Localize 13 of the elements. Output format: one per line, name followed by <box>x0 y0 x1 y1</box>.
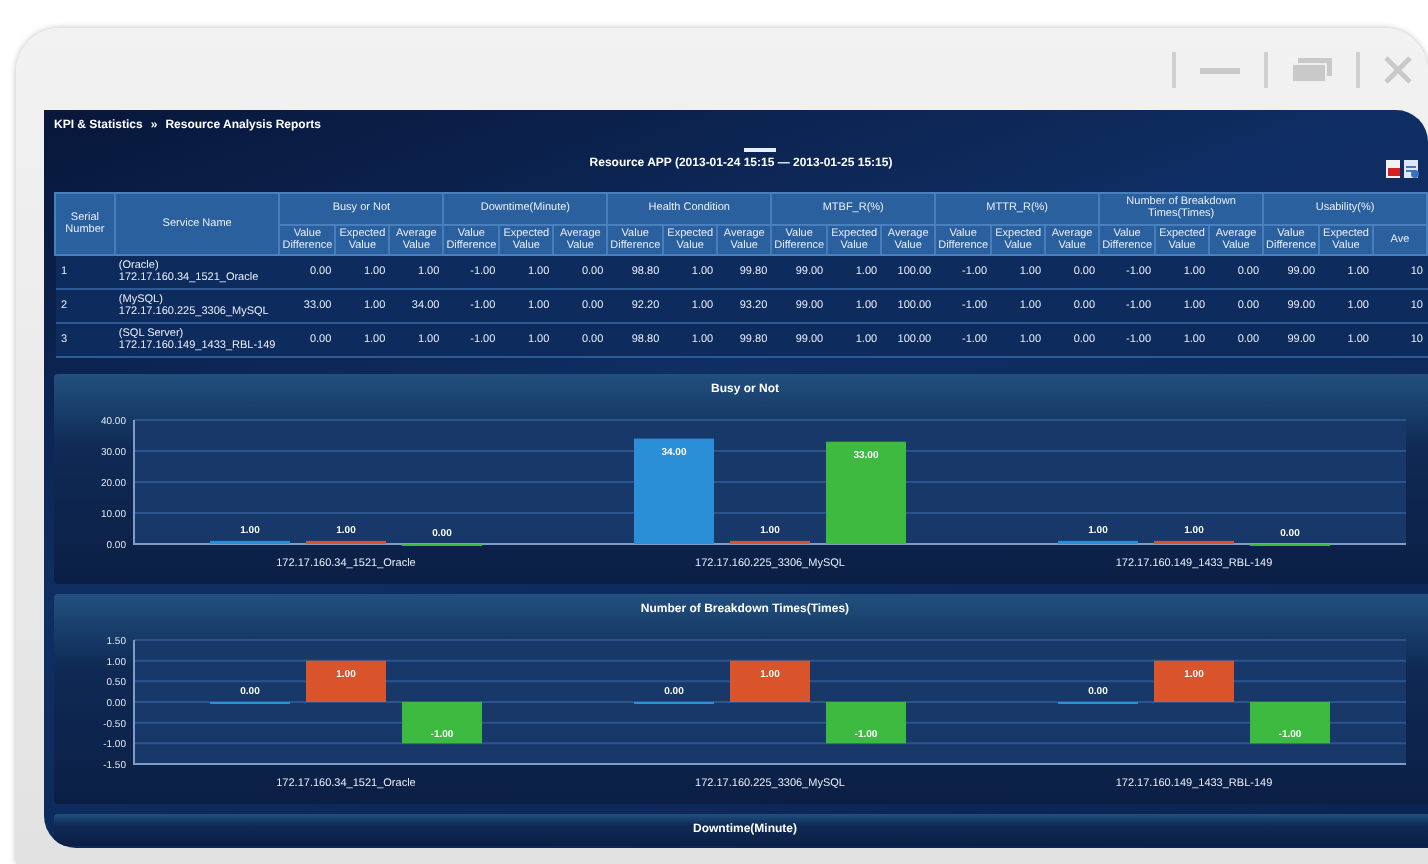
bar <box>1154 661 1234 703</box>
bar <box>1250 702 1330 744</box>
close-icon[interactable] <box>1384 55 1412 83</box>
bar <box>730 661 810 703</box>
bar <box>634 439 714 545</box>
bar <box>402 702 482 744</box>
handle-bar <box>744 148 776 152</box>
restore-icon[interactable] <box>1292 57 1332 81</box>
pdf-icon[interactable] <box>1386 160 1402 178</box>
bar <box>306 661 386 703</box>
bar <box>826 702 906 744</box>
document-icon[interactable] <box>1404 160 1420 178</box>
bar <box>826 442 906 545</box>
